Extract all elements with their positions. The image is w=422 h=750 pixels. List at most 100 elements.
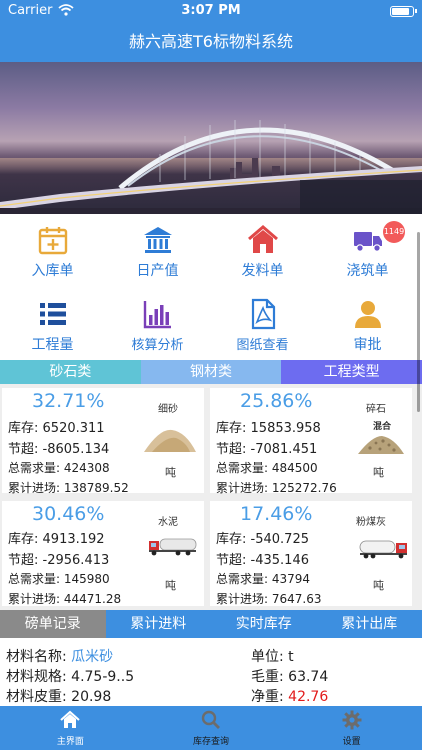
gravel-image	[358, 436, 404, 454]
gear-icon	[342, 710, 362, 730]
usage-percent: 32.71%	[32, 390, 105, 412]
page-title: 赫六高速T6标物料系统	[0, 22, 422, 62]
unit-label: 吨	[165, 579, 176, 592]
unit-label: 吨	[373, 579, 384, 592]
menu-label: 入库单	[31, 263, 74, 279]
banner-image	[0, 62, 422, 214]
saving-row: 节超: -435.146	[216, 553, 309, 568]
weighbill-record: 材料名称: 瓜米砂 材料规格: 4.75-9..5 材料皮重: 20.98 单位…	[0, 644, 422, 706]
unit-label: 吨	[165, 466, 176, 479]
demand-row: 总需求量: 145980	[8, 572, 110, 586]
menu-item-cost-analysis[interactable]: 核算分析	[105, 288, 210, 358]
tab-realtime-stock[interactable]: 实时库存	[211, 610, 317, 638]
stock-value: 6520.311	[42, 421, 105, 436]
material-name: 细砂	[158, 404, 178, 415]
saving-row: 节超: -2956.413	[8, 553, 110, 568]
truck-icon	[354, 232, 382, 252]
fly-ash-truck-image	[359, 540, 407, 559]
inflow-value: 125272.76	[271, 481, 337, 495]
menu-label: 核算分析	[131, 338, 184, 353]
gross-weight-value: 63.74	[288, 669, 329, 685]
unit-label: 吨	[373, 466, 384, 479]
usage-percent: 30.46%	[32, 503, 105, 525]
notification-badge: 1149	[383, 221, 405, 243]
list-icon	[40, 303, 66, 325]
saving-value: -8605.134	[42, 442, 110, 457]
demand-value: 484500	[271, 461, 318, 475]
net-weight-value: 42.76	[288, 689, 329, 705]
bottom-tab-bar: 主界面 库存查询 设置	[0, 706, 422, 750]
function-menu: 入库单 日产值 发料单 1149 浇筑单 工程量 核算分析 图纸查看 审批	[0, 214, 422, 360]
usage-percent: 25.86%	[240, 390, 313, 412]
material-name-row: 材料名称: 瓜米砂	[6, 649, 114, 665]
menu-item-drawings[interactable]: 图纸查看	[210, 288, 315, 358]
material-name: 碎石	[366, 404, 386, 415]
material-card[interactable]: 32.71% 细砂 库存: 6520.311 节超: -8605.134 总需求…	[2, 388, 204, 495]
inflow-row: 累计进场: 7647.63	[216, 592, 322, 606]
menu-label: 发料单	[241, 263, 284, 279]
tab-sand-stone[interactable]: 砂石类	[0, 360, 141, 384]
inflow-value: 44471.28	[63, 592, 122, 606]
menu-item-pouring-order[interactable]: 1149 浇筑单	[315, 214, 420, 284]
stock-value: -540.725	[250, 532, 309, 547]
material-card[interactable]: 17.46% 粉煤灰 库存: -540.725 节超: -435.146 总需求…	[210, 501, 412, 606]
calendar-add-icon	[38, 227, 68, 255]
material-spec-row: 材料规格: 4.75-9..5	[6, 669, 135, 685]
scroll-indicator[interactable]	[417, 232, 420, 412]
menu-label: 工程量	[31, 337, 74, 353]
menu-item-issue-order[interactable]: 发料单	[210, 214, 315, 284]
cement-truck-image	[149, 538, 197, 556]
tab-label: 主界面	[56, 737, 84, 747]
tab-steel[interactable]: 钢材类	[140, 360, 282, 384]
tare-weight-value: 20.98	[71, 689, 112, 705]
material-card[interactable]: 25.86% 碎石 库存: 15853.958 节超: -7081.451 总需…	[210, 388, 412, 495]
saving-row: 节超: -8605.134	[8, 442, 110, 457]
inflow-row: 累计进场: 44471.28	[8, 592, 122, 606]
menu-item-approval[interactable]: 审批	[315, 288, 420, 358]
unit-row: 单位: t	[251, 649, 294, 665]
material-cards: 32.71% 细砂 库存: 6520.311 节超: -8605.134 总需求…	[0, 384, 422, 610]
demand-row: 总需求量: 424308	[8, 461, 110, 475]
demand-row: 总需求量: 43794	[216, 572, 311, 586]
demand-row: 总需求量: 484500	[216, 461, 318, 475]
material-spec-value: 4.75-9..5	[71, 669, 135, 685]
tab-cumulative-outbound[interactable]: 累计出库	[317, 610, 422, 638]
tab-main[interactable]: 主界面	[0, 706, 141, 750]
bank-icon	[144, 227, 172, 253]
saving-value: -2956.413	[42, 553, 110, 568]
material-name: 粉煤灰	[356, 517, 386, 528]
menu-item-quantities[interactable]: 工程量	[0, 288, 105, 358]
category-tabs: 砂石类 钢材类 工程类型	[0, 360, 422, 384]
saving-value: -7081.451	[250, 442, 318, 457]
tab-cumulative-inbound[interactable]: 累计进料	[106, 610, 212, 638]
menu-item-inbound[interactable]: 入库单	[0, 214, 105, 284]
stock-row: 库存: 6520.311	[8, 421, 105, 436]
usage-percent: 17.46%	[240, 503, 313, 525]
stock-row: 库存: 15853.958	[216, 421, 321, 436]
tab-weighbill-records[interactable]: 磅单记录	[0, 610, 106, 638]
tab-stock-query[interactable]: 库存查询	[141, 706, 282, 750]
status-bar: Carrier 3:07 PM	[0, 0, 422, 22]
demand-value: 145980	[63, 572, 110, 586]
tab-project-type[interactable]: 工程类型	[281, 360, 422, 384]
menu-item-daily-output[interactable]: 日产值	[105, 214, 210, 284]
inflow-value: 138789.52	[63, 481, 129, 495]
demand-value: 424308	[63, 461, 110, 475]
stock-row: 库存: -540.725	[216, 532, 309, 547]
net-weight-row: 净重: 42.76	[251, 689, 329, 705]
saving-value: -435.146	[250, 553, 309, 568]
inflow-row: 累计进场: 125272.76	[216, 481, 337, 495]
demand-value: 43794	[271, 572, 311, 586]
tab-settings[interactable]: 设置	[281, 706, 422, 750]
search-icon	[201, 710, 220, 729]
material-card[interactable]: 30.46% 水泥 库存: 4913.192 节超: -2956.413 总需求…	[2, 501, 204, 606]
stock-value: 4913.192	[42, 532, 105, 547]
clock: 3:07 PM	[181, 3, 241, 18]
bridge-illustration	[0, 120, 422, 214]
material-name: 水泥	[158, 517, 178, 528]
sand-image	[144, 429, 196, 452]
menu-label: 图纸查看	[236, 338, 289, 353]
user-icon	[355, 301, 381, 328]
home-icon	[248, 225, 278, 253]
home-icon	[60, 710, 80, 728]
